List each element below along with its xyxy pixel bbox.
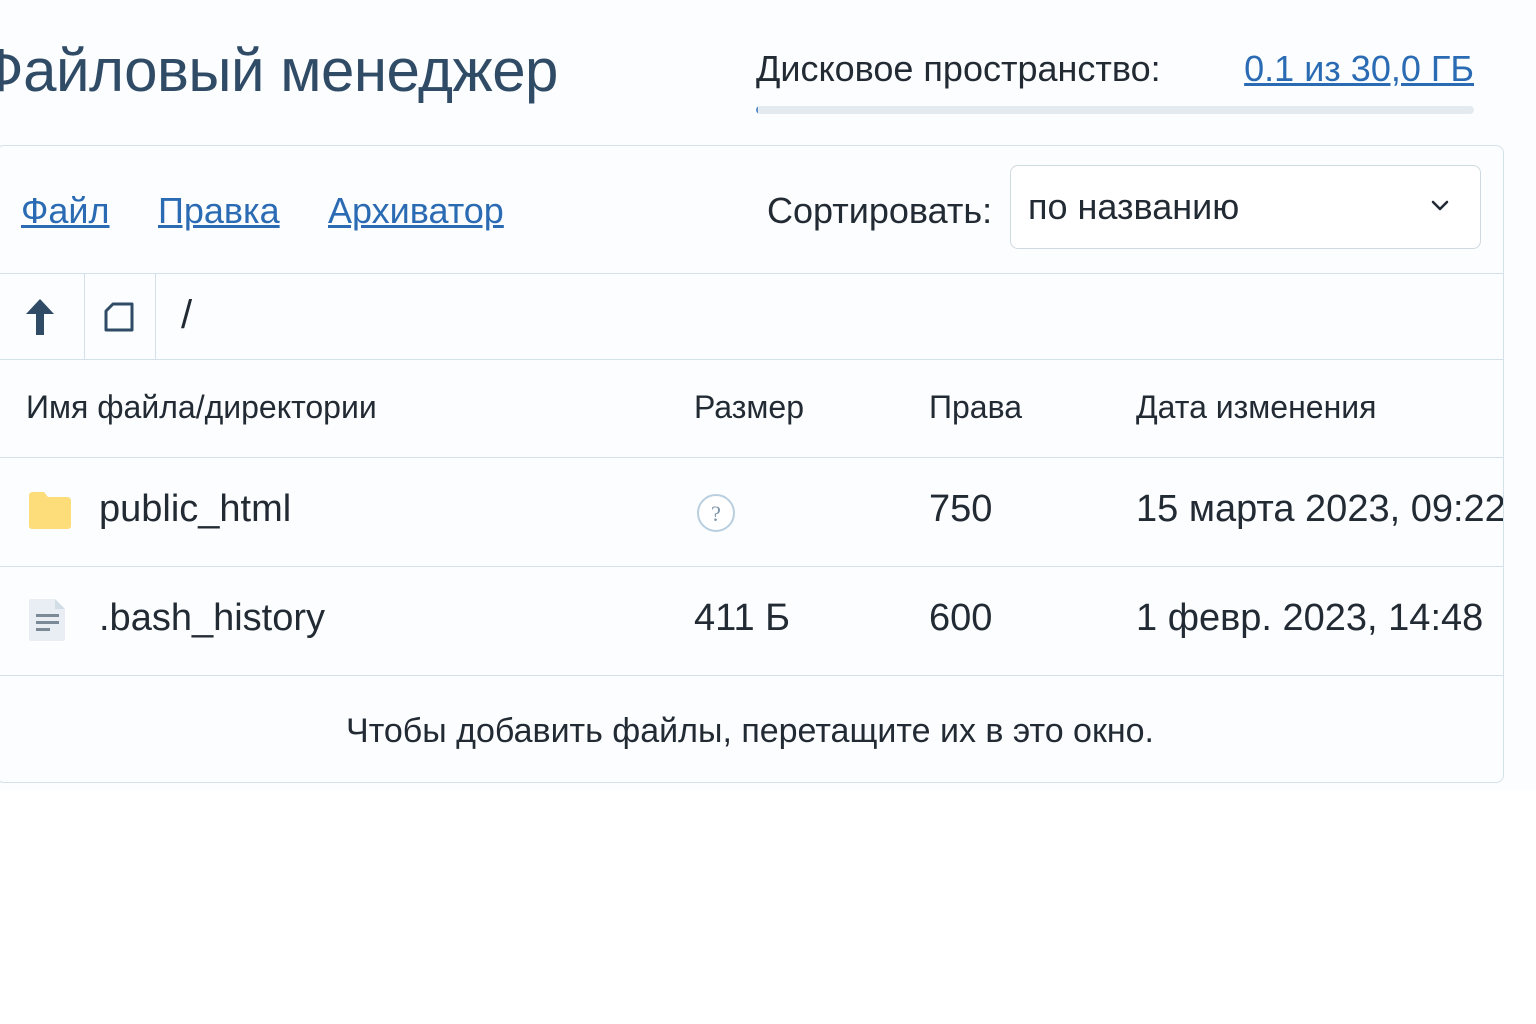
new-file-button[interactable] bbox=[85, 273, 156, 359]
menu-bar: Файл Правка Архиватор Сортировать: по на… bbox=[0, 146, 1503, 274]
file-manager-page: Файловый менеджер Дисковое пространство:… bbox=[0, 0, 1536, 1024]
table-header: Имя файла/директории Размер Права Дата и… bbox=[0, 359, 1503, 458]
disk-usage-label: Дисковое пространство: bbox=[756, 48, 1161, 89]
table-row[interactable]: .bash_history 411 Б 600 1 февр. 2023, 14… bbox=[0, 567, 1503, 676]
file-permissions: 750 bbox=[929, 488, 993, 530]
sort-select[interactable]: по названию bbox=[1010, 165, 1481, 249]
column-modified-header[interactable]: Дата изменения bbox=[1136, 389, 1376, 426]
chevron-down-icon bbox=[1431, 200, 1449, 211]
toolbar: / bbox=[0, 273, 1503, 360]
menu-file-link[interactable]: Файл bbox=[21, 190, 110, 232]
file-modified: 1 февр. 2023, 14:48 bbox=[1136, 597, 1484, 639]
file-manager-panel: Файл Правка Архиватор Сортировать: по на… bbox=[0, 145, 1504, 783]
column-size-header[interactable]: Размер bbox=[694, 389, 804, 426]
arrow-up-icon bbox=[26, 299, 54, 335]
file-size: 411 Б bbox=[694, 597, 791, 639]
go-up-button[interactable] bbox=[0, 273, 85, 359]
text-file-icon bbox=[29, 599, 65, 641]
table-row[interactable]: public_html ? 750 15 марта 2023, 09:22 bbox=[0, 458, 1503, 567]
current-path: / bbox=[181, 293, 193, 337]
drop-hint: Чтобы добавить файлы, перетащите их в эт… bbox=[346, 712, 1154, 750]
question-icon[interactable]: ? bbox=[696, 493, 736, 533]
disk-usage: Дисковое пространство: 0.1 из 30,0 ГБ bbox=[756, 44, 1474, 116]
file-name[interactable]: .bash_history bbox=[99, 597, 325, 640]
page-title: Файловый менеджер bbox=[0, 37, 558, 104]
folder-icon bbox=[29, 492, 71, 529]
sort-label: Сортировать: bbox=[767, 190, 993, 231]
disk-usage-bar-fill bbox=[756, 106, 759, 114]
new-file-icon bbox=[104, 302, 134, 332]
file-modified: 15 марта 2023, 09:22 bbox=[1136, 488, 1504, 530]
menu-edit-link[interactable]: Правка bbox=[158, 190, 280, 232]
disk-usage-link[interactable]: 0.1 из 30,0 ГБ bbox=[1244, 48, 1474, 90]
menu-archiver-link[interactable]: Архиватор bbox=[328, 190, 504, 232]
column-name-header[interactable]: Имя файла/директории bbox=[26, 389, 377, 426]
svg-text:?: ? bbox=[711, 501, 721, 526]
file-name[interactable]: public_html bbox=[99, 488, 291, 531]
file-permissions: 600 bbox=[929, 597, 993, 639]
column-permissions-header[interactable]: Права bbox=[929, 389, 1022, 426]
sort-selected-value: по названию bbox=[1028, 186, 1240, 227]
disk-usage-bar bbox=[756, 106, 1474, 114]
